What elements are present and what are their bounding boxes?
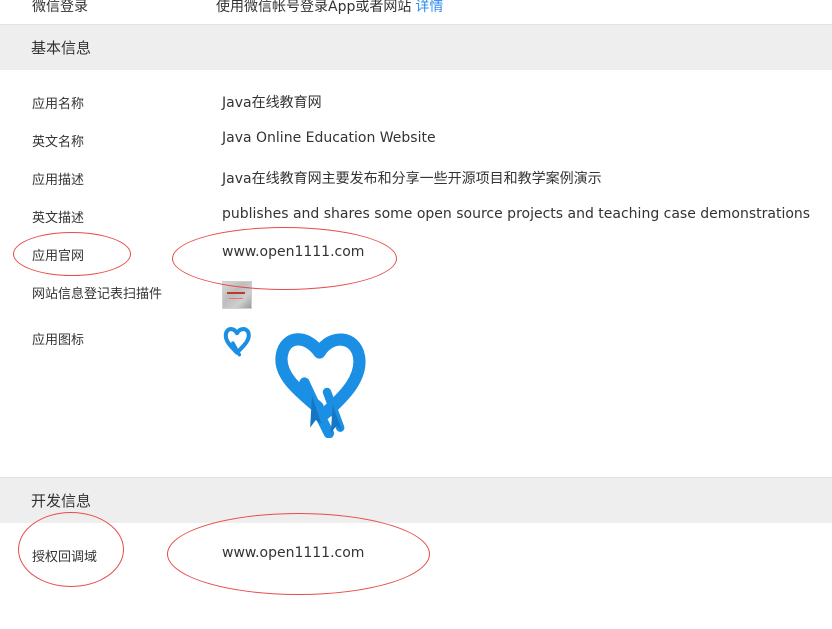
app-icon-row: 应用图标 xyxy=(0,326,832,350)
registration-scan-label: 网站信息登记表扫描件 xyxy=(32,287,163,302)
auth-callback-label: 授权回调域 xyxy=(32,550,98,565)
app-website-label: 应用官网 xyxy=(32,249,85,264)
basic-info-header: 基本信息 xyxy=(0,24,832,70)
wechat-login-desc: 使用微信帐号登录App或者网站 xyxy=(216,0,412,15)
app-name-row: 应用名称 Java在线教育网 xyxy=(0,90,832,114)
app-description-label: 应用描述 xyxy=(32,173,85,188)
registration-scan-row: 网站信息登记表扫描件 xyxy=(0,280,832,304)
app-logo-small-icon xyxy=(223,327,251,357)
english-name-label: 英文名称 xyxy=(32,135,85,150)
dev-info-header: 开发信息 xyxy=(0,477,832,523)
app-icon-label: 应用图标 xyxy=(32,333,85,348)
wechat-login-label: 微信登录 xyxy=(32,0,88,15)
app-name-value: Java在线教育网 xyxy=(222,95,322,111)
english-description-label: 英文描述 xyxy=(32,211,85,226)
english-name-value: Java Online Education Website xyxy=(222,130,436,146)
auth-callback-value: www.open1111.com xyxy=(222,545,365,561)
english-description-row: 英文描述 publishes and shares some open sour… xyxy=(0,204,832,228)
scan-thumbnail-icon[interactable] xyxy=(222,281,252,309)
app-description-value: Java在线教育网主要发布和分享一些开源项目和教学案例演示 xyxy=(222,171,602,187)
app-website-value: www.open1111.com xyxy=(222,244,365,260)
basic-info-title: 基本信息 xyxy=(31,39,92,57)
english-name-row: 英文名称 Java Online Education Website xyxy=(0,128,832,152)
app-website-row: 应用官网 www.open1111.com xyxy=(0,242,832,266)
details-link[interactable]: 详情 xyxy=(415,0,443,15)
app-logo-large-icon xyxy=(275,333,366,438)
wechat-login-value: 使用微信帐号登录App或者网站 详情 xyxy=(216,0,443,16)
english-description-value: publishes and shares some open source pr… xyxy=(222,206,811,222)
wechat-login-row: 微信登录 使用微信帐号登录App或者网站 详情 xyxy=(0,0,832,22)
auth-callback-row: 授权回调域 www.open1111.com xyxy=(0,543,832,567)
app-name-label: 应用名称 xyxy=(32,97,85,112)
dev-info-title: 开发信息 xyxy=(31,492,92,510)
app-description-row: 应用描述 Java在线教育网主要发布和分享一些开源项目和教学案例演示 xyxy=(0,166,832,190)
